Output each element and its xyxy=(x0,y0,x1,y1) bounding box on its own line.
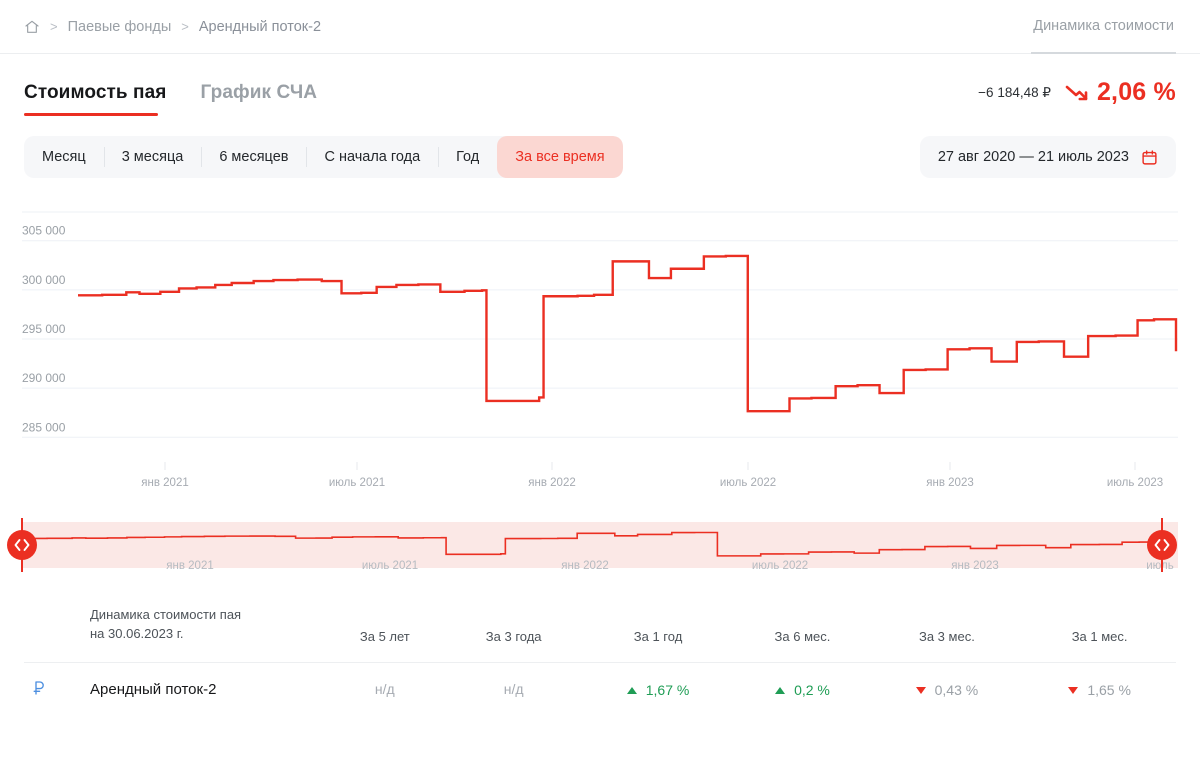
y-axis-tick-label: 290 000 xyxy=(22,371,66,385)
y-axis-tick-label: 300 000 xyxy=(22,273,66,287)
topnav-tab-dynamics[interactable]: Динамика стоимости xyxy=(1031,0,1176,54)
y-axis-tick-label: 285 000 xyxy=(22,420,66,434)
x-axis-tick-label: июль 2023 xyxy=(1107,477,1163,489)
triangle-down-icon xyxy=(915,686,926,694)
range-slider[interactable]: янв 2021 июль 2021 янв 2022 июль 2022 янв 20… xyxy=(0,516,1200,574)
tab-nav-chart[interactable]: График СЧА xyxy=(200,82,317,116)
breadcrumb-separator: > xyxy=(181,19,189,34)
breadcrumb-separator: > xyxy=(50,19,58,34)
col-3-years: За 3 года xyxy=(485,628,542,644)
table-header-row: Динамика стоимости пая на 30.06.2023 г. … xyxy=(24,606,1176,662)
col-1-month: За 1 мес. xyxy=(1071,628,1128,644)
col-1-year: За 1 год xyxy=(633,628,683,644)
x-axis-tick-label: янв 2023 xyxy=(926,477,973,489)
breadcrumb-item-current[interactable]: Арендный поток-2 xyxy=(199,19,321,35)
fund-name: Арендный поток-2 xyxy=(90,680,217,698)
change-percent-value: 2,06 % xyxy=(1096,78,1176,106)
range-slider-label: июль xyxy=(1146,560,1174,572)
home-icon[interactable] xyxy=(24,19,40,35)
cell-5-years: н/д xyxy=(324,661,446,715)
cell-6-months: 0,2 % xyxy=(734,661,871,715)
range-slider-svg[interactable]: янв 2021 июль 2021 янв 2022 июль 2022 янв 20… xyxy=(0,516,1200,574)
x-axis-tick-label: июль 2021 xyxy=(329,477,385,489)
y-axis-tick-label: 305 000 xyxy=(22,224,66,238)
change-absolute: −6 184,48 ₽ xyxy=(978,84,1051,100)
chart-gridlines xyxy=(22,211,1178,438)
cell-value: 0,43 % xyxy=(934,682,979,699)
fund-name-cell[interactable]: Арендный поток-2 xyxy=(24,661,324,715)
table-title: Динамика стоимости пая xyxy=(90,607,242,622)
triangle-up-icon xyxy=(775,686,786,694)
breadcrumb-item-funds[interactable]: Паевые фонды xyxy=(68,19,172,35)
period-ytd[interactable]: С начала года xyxy=(306,136,438,178)
triangle-down-icon xyxy=(1068,686,1079,694)
cell-3-years: н/д xyxy=(445,661,582,715)
breadcrumb: > Паевые фонды > Арендный поток-2 xyxy=(24,19,321,35)
arrow-down-icon xyxy=(1065,84,1089,102)
title-row: Стоимость пая График СЧА −6 184,48 ₽ 2,0… xyxy=(0,54,1200,116)
x-axis-tick-label: янв 2022 xyxy=(528,477,575,489)
cell-1-month: 1,65 % xyxy=(1023,661,1176,715)
col-6-months: За 6 мес. xyxy=(774,628,831,644)
chart-y-axis-labels: 285 000 290 000 295 000 300 000 305 000 xyxy=(22,224,66,435)
price-chart-svg[interactable]: 285 000 290 000 295 000 300 000 305 000 янв … xyxy=(0,204,1200,514)
change-indicator: −6 184,48 ₽ 2,06 % xyxy=(978,78,1176,107)
chart-x-axis-labels: янв 2021 июль 2021 янв 2022 июль 2022 янв 20… xyxy=(141,462,1163,489)
price-chart[interactable]: 285 000 290 000 295 000 300 000 305 000 янв … xyxy=(0,204,1200,514)
date-range-picker[interactable]: 27 авг 2020 — 21 июль 2023 xyxy=(919,136,1176,178)
range-slider-label: янв 2023 xyxy=(951,560,998,572)
period-month[interactable]: Месяц xyxy=(24,136,104,178)
period-3-months[interactable]: 3 месяца xyxy=(103,136,202,178)
cell-value: 1,67 % xyxy=(645,682,690,699)
date-range-value: 27 авг 2020 — 21 июль 2023 xyxy=(937,149,1129,165)
x-axis-tick-label: июль 2022 xyxy=(720,477,776,489)
top-nav: Динамика стоимости xyxy=(1031,0,1176,54)
controls-row: Месяц 3 месяца 6 месяцев С начала года Г… xyxy=(0,116,1200,178)
cell-value: 1,65 % xyxy=(1087,682,1131,699)
calendar-icon[interactable] xyxy=(1141,149,1158,166)
table-body: Арендный поток-2 н/д н/д 1,67 % 0,2 % 0,… xyxy=(24,661,1176,715)
cell-value: 0,2 % xyxy=(794,682,830,699)
col-3-months: За 3 мес. xyxy=(918,628,975,644)
chart-tabs: Стоимость пая График СЧА xyxy=(24,82,317,116)
period-segmented-control: Месяц 3 месяца 6 месяцев С начала года Г… xyxy=(24,136,623,178)
range-slider-label: янв 2022 xyxy=(561,560,608,572)
tab-share-price[interactable]: Стоимость пая xyxy=(24,82,166,116)
period-year[interactable]: Год xyxy=(438,136,497,178)
y-axis-tick-label: 295 000 xyxy=(22,322,66,336)
period-all-time[interactable]: За все время xyxy=(497,136,623,178)
period-6-months[interactable]: 6 месяцев xyxy=(201,136,306,178)
col-5-years: За 5 лет xyxy=(359,628,410,644)
range-handle-left[interactable] xyxy=(7,530,37,560)
cell-value: н/д xyxy=(374,681,395,698)
table-title-cell: Динамика стоимости пая на 30.06.2023 г. xyxy=(24,606,324,662)
table-row[interactable]: Арендный поток-2 н/д н/д 1,67 % 0,2 % 0,… xyxy=(24,661,1176,715)
breadcrumb-bar: > Паевые фонды > Арендный поток-2 Динами… xyxy=(0,0,1200,54)
cell-1-year: 1,67 % xyxy=(581,661,735,715)
triangle-up-icon xyxy=(626,686,637,694)
cell-3-months: 0,43 % xyxy=(870,661,1024,715)
change-percent-group: 2,06 % xyxy=(1065,78,1176,107)
x-axis-tick-label: янв 2021 xyxy=(141,477,188,489)
range-slider-label: янв 2021 xyxy=(166,560,213,572)
range-handle-right[interactable] xyxy=(1147,530,1177,560)
table-subtitle: на 30.06.2023 г. xyxy=(90,625,184,641)
cell-value: н/д xyxy=(503,681,524,698)
dynamics-table-wrap: Динамика стоимости пая на 30.06.2023 г. … xyxy=(0,606,1200,715)
dynamics-table: Динамика стоимости пая на 30.06.2023 г. … xyxy=(24,606,1176,715)
table-head: Динамика стоимости пая на 30.06.2023 г. … xyxy=(24,606,1176,662)
range-slider-label: июль 2021 xyxy=(362,560,418,572)
range-slider-label: июль 2022 xyxy=(752,560,808,572)
